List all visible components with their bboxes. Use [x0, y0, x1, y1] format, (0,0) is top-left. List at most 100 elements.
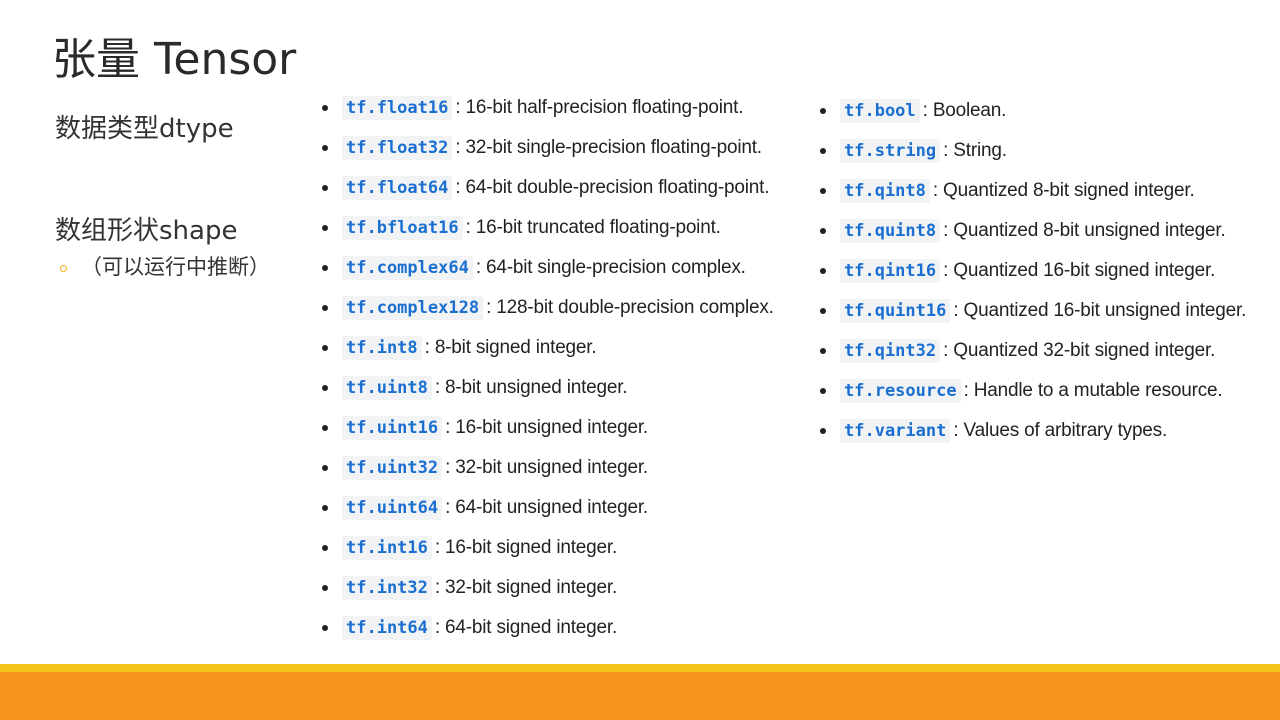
bullet-icon [322, 425, 328, 431]
dtype-code: tf.qint16 [840, 259, 941, 283]
list-item: tf.qint16: Quantized 16-bit signed integ… [816, 251, 1246, 291]
bullet-icon [322, 585, 328, 591]
dtype-desc: : Quantized 16-bit signed integer. [943, 260, 1216, 281]
dtype-desc: : Boolean. [922, 100, 1007, 121]
dtype-desc: : Quantized 8-bit unsigned integer. [943, 220, 1226, 241]
bullet-icon [820, 308, 826, 314]
dtype-desc: : 128-bit double-precision complex. [486, 297, 774, 318]
dtype-desc: : 64-bit signed integer. [434, 617, 618, 638]
dtype-code: tf.complex128 [342, 296, 484, 320]
dtype-desc: : 32-bit unsigned integer. [445, 457, 649, 478]
list-item: tf.float64: 64-bit double-precision floa… [318, 168, 774, 208]
list-item: tf.quint8: Quantized 8-bit unsigned inte… [816, 211, 1246, 251]
dtype-code: tf.uint32 [342, 456, 443, 480]
bullet-icon [322, 225, 328, 231]
bullet-icon [322, 345, 328, 351]
bullet-icon [322, 185, 328, 191]
dtype-code: tf.int16 [342, 536, 432, 560]
dtype-code: tf.float32 [342, 136, 453, 160]
bullet-icon [322, 465, 328, 471]
dtype-code: tf.resource [840, 379, 961, 403]
dtype-list-right: tf.bool: Boolean. tf.string: String. tf.… [816, 91, 1246, 451]
list-item: tf.int8: 8-bit signed integer. [318, 328, 774, 368]
bullet-icon [820, 108, 826, 114]
list-item: tf.complex64: 64-bit single-precision co… [318, 248, 774, 288]
bullet-icon [820, 268, 826, 274]
list-item: tf.qint32: Quantized 32-bit signed integ… [816, 331, 1246, 371]
dtype-desc: : Values of arbitrary types. [953, 420, 1168, 441]
bullet-icon [322, 505, 328, 511]
dtype-code: tf.uint8 [342, 376, 432, 400]
dtype-list-left: tf.float16: 16-bit half-precision floati… [318, 88, 774, 648]
dtype-code: tf.complex64 [342, 256, 473, 280]
bullet-icon [820, 148, 826, 154]
dtype-code: tf.string [840, 139, 941, 163]
bullet-icon [322, 625, 328, 631]
dtype-code: tf.bfloat16 [342, 216, 463, 240]
dtype-desc: : 32-bit signed integer. [434, 577, 618, 598]
footer-stripe [0, 664, 1280, 672]
bullet-icon [322, 305, 328, 311]
dtype-code: tf.uint64 [342, 496, 443, 520]
dtype-code: tf.uint16 [342, 416, 443, 440]
list-item: tf.quint16: Quantized 16-bit unsigned in… [816, 291, 1246, 331]
list-item: tf.int32: 32-bit signed integer. [318, 568, 774, 608]
footer-bar [0, 672, 1280, 720]
list-item: tf.float32: 32-bit single-precision floa… [318, 128, 774, 168]
list-item: tf.int64: 64-bit signed integer. [318, 608, 774, 648]
dtype-code: tf.bool [840, 99, 920, 123]
dtype-code: tf.variant [840, 419, 951, 443]
bullet-icon [322, 385, 328, 391]
dtype-desc: : 16-bit half-precision floating-point. [455, 97, 744, 118]
dtype-desc: : 16-bit signed integer. [434, 537, 618, 558]
dtype-code: tf.quint16 [840, 299, 951, 323]
dtype-desc: : 64-bit double-precision floating-point… [455, 177, 770, 198]
heading-shape: 数组形状shape [55, 216, 238, 246]
dtype-desc: : Quantized 16-bit unsigned integer. [953, 300, 1247, 321]
bullet-icon [820, 388, 826, 394]
sub-bullet-shape-note: （可以运行中推断） [60, 252, 270, 282]
circle-bullet-icon [60, 264, 67, 272]
dtype-desc: : Handle to a mutable resource. [963, 380, 1223, 401]
list-item: tf.uint8: 8-bit unsigned integer. [318, 368, 774, 408]
list-item: tf.string: String. [816, 131, 1246, 171]
bullet-icon [322, 105, 328, 111]
dtype-desc: : 16-bit unsigned integer. [445, 417, 649, 438]
list-item: tf.uint64: 64-bit unsigned integer. [318, 488, 774, 528]
dtype-code: tf.int8 [342, 336, 422, 360]
bullet-icon [322, 265, 328, 271]
dtype-code: tf.qint8 [840, 179, 930, 203]
list-item: tf.uint16: 16-bit unsigned integer. [318, 408, 774, 448]
dtype-desc: : 16-bit truncated floating-point. [465, 217, 721, 238]
dtype-desc: : 64-bit unsigned integer. [445, 497, 649, 518]
bullet-icon [322, 145, 328, 151]
list-item: tf.variant: Values of arbitrary types. [816, 411, 1246, 451]
dtype-code: tf.float64 [342, 176, 453, 200]
bullet-icon [322, 545, 328, 551]
dtype-code: tf.int64 [342, 616, 432, 640]
bullet-icon [820, 348, 826, 354]
slide-title: 张量 Tensor [52, 34, 297, 85]
list-item: tf.uint32: 32-bit unsigned integer. [318, 448, 774, 488]
list-item: tf.complex128: 128-bit double-precision … [318, 288, 774, 328]
list-item: tf.resource: Handle to a mutable resourc… [816, 371, 1246, 411]
list-item: tf.bfloat16: 16-bit truncated floating-p… [318, 208, 774, 248]
bullet-icon [820, 228, 826, 234]
dtype-desc: : 8-bit signed integer. [424, 337, 597, 358]
dtype-desc: : 8-bit unsigned integer. [434, 377, 628, 398]
bullet-icon [820, 188, 826, 194]
sub-bullet-text: （可以运行中推断） [81, 255, 270, 279]
dtype-code: tf.int32 [342, 576, 432, 600]
bullet-icon [820, 428, 826, 434]
list-item: tf.qint8: Quantized 8-bit signed integer… [816, 171, 1246, 211]
dtype-desc: : String. [943, 140, 1007, 161]
list-item: tf.int16: 16-bit signed integer. [318, 528, 774, 568]
dtype-desc: : Quantized 8-bit signed integer. [932, 180, 1195, 201]
dtype-code: tf.quint8 [840, 219, 941, 243]
heading-dtype: 数据类型dtype [55, 114, 234, 144]
list-item: tf.bool: Boolean. [816, 91, 1246, 131]
dtype-code: tf.qint32 [840, 339, 941, 363]
dtype-desc: : Quantized 32-bit signed integer. [943, 340, 1216, 361]
list-item: tf.float16: 16-bit half-precision floati… [318, 88, 774, 128]
dtype-code: tf.float16 [342, 96, 453, 120]
